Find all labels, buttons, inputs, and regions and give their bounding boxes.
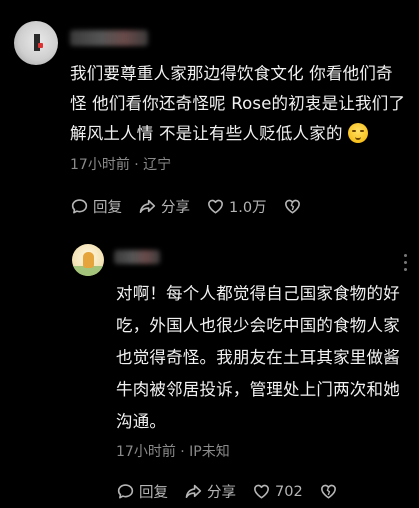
like-count: 1.0万 (229, 200, 267, 216)
reply-meta: 17小时前 · IP未知 (116, 444, 230, 460)
comment-text: 我们要尊重人家那边得饮食文化 你看他们奇怪 他们看你还奇怪呢 Rose的初衷是让… (70, 59, 408, 149)
share-label: 分享 (161, 200, 190, 216)
replier-username-blurred[interactable] (114, 250, 160, 264)
reply-label: 回复 (139, 485, 168, 501)
like-button[interactable]: 1.0万 (206, 196, 267, 217)
avatar-girl (83, 252, 94, 268)
reply-like-button[interactable]: 702 (252, 482, 303, 501)
heart-icon (208, 199, 223, 214)
share-icon (139, 199, 156, 214)
reply-label: 回复 (93, 200, 122, 216)
dislike-button[interactable] (283, 197, 302, 216)
share-button[interactable]: 分享 (138, 196, 190, 217)
reply-reply-button[interactable]: 回复 (116, 481, 168, 502)
sweat-smile-emoji-icon (348, 123, 369, 143)
broken-heart-icon (320, 484, 336, 499)
share-icon (185, 484, 202, 499)
reply-icon (71, 199, 88, 214)
reply-dislike-button[interactable] (319, 482, 338, 501)
more-options-icon[interactable] (402, 254, 410, 278)
commenter-avatar[interactable] (14, 21, 58, 65)
replier-avatar[interactable] (72, 244, 104, 276)
commenter-username-blurred[interactable] (70, 30, 148, 46)
reply-text: 对啊！每个人都觉得自己国家食物的好吃，外国人也很少会吃中国的食物人家也觉得奇怪。… (116, 284, 400, 431)
avatar-bag (38, 43, 43, 48)
reply-button[interactable]: 回复 (70, 196, 122, 217)
broken-heart-icon (284, 199, 300, 214)
comment-actions: 回复 分享 1.0万 (70, 196, 318, 217)
reply-actions: 回复 分享 702 (116, 481, 354, 502)
reply-icon (117, 484, 134, 499)
reply-share-button[interactable]: 分享 (184, 481, 236, 502)
like-count: 702 (275, 483, 303, 500)
comment-meta: 17小时前 · 辽宁 (70, 157, 172, 173)
heart-icon (254, 484, 269, 499)
share-label: 分享 (207, 485, 236, 501)
